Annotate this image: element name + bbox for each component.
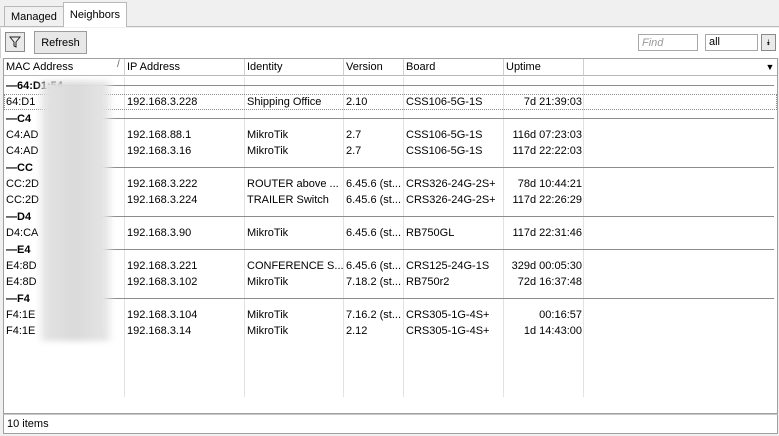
cell-board: CRS125-24G-1S	[406, 260, 490, 272]
cell-identity: MikroTik	[247, 227, 289, 239]
item-count: 10 items	[7, 418, 49, 430]
cell-version: 2.10	[346, 96, 368, 108]
table-row[interactable]: C4:AD 192.168.88.1 MikroTik 2.7 CSS106-5…	[4, 127, 777, 143]
table-row[interactable]: F4:1E 192.168.3.104 MikroTik 7.16.2 (st.…	[4, 307, 777, 323]
cell-version: 6.45.6 (st...	[346, 260, 402, 272]
table-row[interactable]: D4:CA 192.168.3.90 MikroTik 6.45.6 (st..…	[4, 225, 777, 241]
cell-uptime: 117d 22:22:03	[512, 145, 582, 157]
group-header[interactable]: — 64:D1:54	[4, 77, 777, 94]
table-row[interactable]: 64:D1 192.168.3.228 Shipping Office 2.10…	[4, 94, 777, 110]
table-row[interactable]: C4:AD 192.168.3.16 MikroTik 2.7 CSS106-5…	[4, 143, 777, 159]
find-input[interactable]	[638, 34, 698, 51]
redaction-blur	[37, 81, 114, 341]
cell-ip: 192.168.3.228	[127, 96, 198, 108]
cell-identity: Shipping Office	[247, 96, 322, 108]
cell-uptime: 329d 00:05:30	[511, 260, 582, 272]
cell-uptime: 117d 22:26:29	[512, 194, 582, 206]
column-header-board[interactable]: Board	[404, 59, 504, 75]
cell-ip: 192.168.3.102	[127, 276, 198, 288]
column-header-uptime[interactable]: Uptime	[504, 59, 584, 75]
cell-identity: MikroTik	[247, 309, 289, 321]
cell-identity: CONFERENCE S...	[247, 260, 344, 272]
toolbar: Refresh all ⯯	[0, 28, 779, 58]
column-dropdown-icon[interactable]: ▼	[764, 59, 776, 75]
cell-board: CRS326-24G-2S+	[406, 178, 496, 190]
cell-uptime: 78d 10:44:21	[517, 178, 582, 190]
cell-ip: 192.168.3.221	[127, 260, 198, 272]
cell-identity: MikroTik	[247, 325, 289, 337]
sort-indicator-icon: /	[117, 59, 120, 70]
cell-identity: ROUTER above ...	[247, 178, 339, 190]
cell-board: CSS106-5G-1S	[406, 145, 483, 157]
table-row[interactable]: CC:2D 192.168.3.222 ROUTER above ... 6.4…	[4, 176, 777, 192]
tab-neighbors[interactable]: Neighbors	[62, 2, 128, 27]
cell-uptime: 116d 07:23:03	[512, 129, 582, 141]
cell-version: 6.45.6 (st...	[346, 227, 402, 239]
cell-identity: MikroTik	[247, 129, 289, 141]
group-header[interactable]: — C4	[4, 110, 777, 127]
cell-identity: MikroTik	[247, 145, 289, 157]
group-header[interactable]: — F4	[4, 290, 777, 307]
cell-board: RB750r2	[406, 276, 450, 288]
cell-uptime: 7d 21:39:03	[523, 96, 582, 108]
cell-uptime: 00:16:57	[539, 309, 582, 321]
cell-version: 2.7	[346, 145, 362, 157]
dropdown-arrow-icon[interactable]: ⯯	[761, 34, 776, 51]
cell-ip: 192.168.3.14	[127, 325, 192, 337]
cell-ip: 192.168.3.104	[127, 309, 198, 321]
tab-managed[interactable]: Managed	[4, 6, 64, 27]
cell-uptime: 1d 14:43:00	[523, 325, 582, 337]
refresh-button[interactable]: Refresh	[34, 31, 87, 54]
cell-ip: 192.168.3.224	[127, 194, 198, 206]
cell-version: 2.7	[346, 129, 362, 141]
table-row[interactable]: E4:8D 192.168.3.221 CONFERENCE S... 6.45…	[4, 258, 777, 274]
group-header[interactable]: — D4	[4, 208, 777, 225]
group-header[interactable]: — CC	[4, 159, 777, 176]
column-header-identity[interactable]: Identity	[245, 59, 344, 75]
filter-select[interactable]: all	[705, 34, 758, 51]
table-body: — 64:D1:54 64:D1 192.168.3.228 Shipping …	[4, 77, 777, 339]
funnel-icon	[9, 36, 21, 48]
cell-board: RB750GL	[406, 227, 455, 239]
filter-button[interactable]	[5, 32, 25, 52]
table-header: MAC Address / IP Address Identity Versio…	[4, 59, 777, 76]
cell-ip: 192.168.3.16	[127, 145, 192, 157]
cell-version: 6.45.6 (st...	[346, 194, 402, 206]
column-header-ip[interactable]: IP Address	[125, 59, 245, 75]
cell-ip: 192.168.3.90	[127, 227, 192, 239]
cell-version: 7.18.2 (st...	[346, 276, 402, 288]
neighbors-table: MAC Address / IP Address Identity Versio…	[3, 58, 778, 414]
cell-uptime: 72d 16:37:48	[517, 276, 582, 288]
cell-board: CRS326-24G-2S+	[406, 194, 496, 206]
tab-bar: Managed Neighbors	[4, 2, 128, 27]
cell-ip: 192.168.3.222	[127, 178, 198, 190]
cell-identity: TRAILER Switch	[247, 194, 329, 206]
column-header-version[interactable]: Version	[344, 59, 404, 75]
status-bar: 10 items	[3, 414, 778, 434]
cell-version: 6.45.6 (st...	[346, 178, 402, 190]
cell-board: CSS106-5G-1S	[406, 96, 483, 108]
cell-board: CRS305-1G-4S+	[406, 309, 490, 321]
cell-identity: MikroTik	[247, 276, 289, 288]
cell-ip: 192.168.88.1	[127, 129, 192, 141]
cell-version: 2.12	[346, 325, 368, 337]
column-header-mac[interactable]: MAC Address	[4, 59, 125, 75]
cell-version: 7.16.2 (st...	[346, 309, 402, 321]
group-header[interactable]: — E4	[4, 241, 777, 258]
cell-board: CSS106-5G-1S	[406, 129, 483, 141]
table-row[interactable]: E4:8D 192.168.3.102 MikroTik 7.18.2 (st.…	[4, 274, 777, 290]
table-row[interactable]: F4:1E 192.168.3.14 MikroTik 2.12 CRS305-…	[4, 323, 777, 339]
table-row[interactable]: CC:2D 192.168.3.224 TRAILER Switch 6.45.…	[4, 192, 777, 208]
cell-uptime: 117d 22:31:46	[512, 227, 582, 239]
cell-board: CRS305-1G-4S+	[406, 325, 490, 337]
